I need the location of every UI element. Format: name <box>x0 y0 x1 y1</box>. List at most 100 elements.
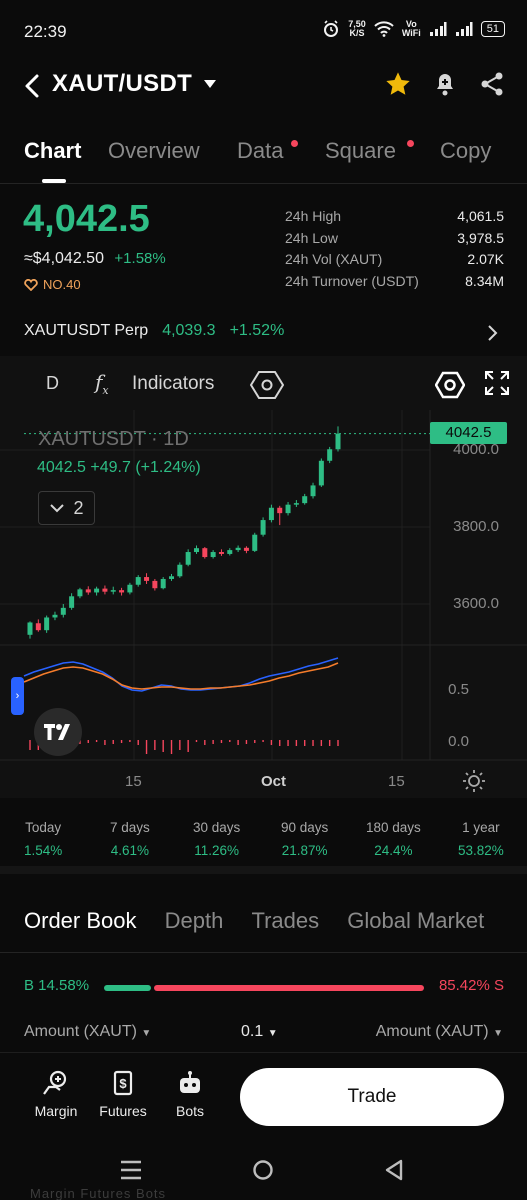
indicator-count: 2 <box>73 497 84 518</box>
stat-label-vol: 24h Vol (XAUT) <box>285 251 383 267</box>
section-divider <box>0 866 527 874</box>
tab-trades[interactable]: Trades <box>251 908 319 934</box>
tab-depth[interactable]: Depth <box>165 908 224 934</box>
histogram-bar-27 <box>254 740 256 743</box>
sell-ratio-label: 85.42% S <box>438 977 504 994</box>
candle-body-11 <box>119 590 125 593</box>
candle-body-34 <box>310 485 316 497</box>
chart-symbol: XAUTUSDT · 1D <box>38 428 189 450</box>
signal-icon <box>429 22 447 36</box>
nav-margin[interactable]: Margin <box>26 1070 86 1119</box>
tradingview-icon <box>44 724 70 740</box>
fiat-price-row: ≈$4,042.50 +1.58% <box>24 250 166 268</box>
tab-square[interactable]: Square <box>325 138 396 164</box>
candle-body-24 <box>227 550 233 554</box>
network-speed: 7,50 K/S <box>348 19 366 38</box>
candle-body-32 <box>293 503 299 505</box>
buy-ratio-bar <box>104 985 151 991</box>
candle-body-35 <box>318 460 324 486</box>
heart-rank-icon <box>24 278 38 291</box>
histogram-bar-16 <box>162 740 164 752</box>
candle-body-36 <box>327 449 333 461</box>
stat-value-high: 4,061.5 <box>457 208 504 224</box>
histogram-bar-20 <box>195 740 198 742</box>
fullscreen-icon[interactable] <box>484 370 510 396</box>
fx-indicator-icon[interactable]: fx <box>95 370 109 397</box>
histogram-bar-14 <box>145 740 148 754</box>
pair-title[interactable]: XAUT/USDT <box>52 70 192 98</box>
histogram-bar-12 <box>129 740 131 742</box>
trade-button[interactable]: Trade <box>240 1068 504 1126</box>
y-tick-3800: 3800.0 <box>453 518 499 535</box>
candle-body-30 <box>277 507 283 514</box>
candle-body-25 <box>235 547 241 551</box>
amount-left-dropdown[interactable]: Amount (XAUT) ▼ <box>24 1023 151 1041</box>
tab-chart[interactable]: Chart <box>24 138 81 164</box>
histogram-bar-8 <box>95 740 98 742</box>
candle-body-26 <box>243 547 249 551</box>
candle-body-8 <box>94 588 100 593</box>
candle-body-18 <box>177 564 183 577</box>
histogram-bar-21 <box>204 740 206 745</box>
histogram-bar-15 <box>154 740 156 750</box>
candle-body-17 <box>169 576 175 579</box>
price-alert-icon[interactable] <box>433 71 457 97</box>
stat-label-turnover: 24h Turnover (USDT) <box>285 272 419 289</box>
stat-label-low: 24h Low <box>285 229 338 246</box>
back-arrow-icon[interactable] <box>22 72 44 100</box>
vowifi-label: Vo WiFi <box>401 19 421 38</box>
precision-dropdown[interactable]: 0.1 ▼ <box>241 1023 278 1041</box>
histogram-bar-34 <box>312 740 314 746</box>
histogram-bar-25 <box>237 740 239 745</box>
chevron-right-icon[interactable] <box>486 324 498 342</box>
share-icon[interactable] <box>479 71 505 97</box>
back-nav-icon[interactable] <box>384 1159 404 1181</box>
interval-selector[interactable]: D <box>46 373 59 394</box>
indicator-collapse-button[interactable]: 2 <box>38 491 95 525</box>
rank-badge[interactable]: NO.40 <box>24 277 81 292</box>
histogram-bar-30 <box>279 740 281 746</box>
histogram-bar-11 <box>120 740 123 743</box>
indicator-tick-00: 0.0 <box>448 733 469 750</box>
battery-indicator: 51 <box>480 21 505 37</box>
sell-ratio-bar <box>154 985 424 991</box>
candle-body-27 <box>252 534 258 551</box>
star-icon[interactable] <box>384 70 412 98</box>
buy-sell-ratio: B 14.58% 85.42% S <box>24 977 504 999</box>
candle-body-6 <box>77 589 83 597</box>
nav-futures[interactable]: $ Futures <box>93 1070 153 1119</box>
orderbook-tabs: Order Book Depth Trades Global Market <box>24 908 527 934</box>
tab-order-book[interactable]: Order Book <box>24 908 137 934</box>
home-icon[interactable] <box>252 1159 274 1181</box>
recent-apps-icon[interactable] <box>120 1160 142 1180</box>
signal-icon-2 <box>455 22 473 36</box>
nav-bots[interactable]: Bots <box>160 1070 220 1119</box>
hexagon-tool-icon[interactable] <box>250 370 284 400</box>
amount-right-dropdown[interactable]: Amount (XAUT) ▼ <box>376 1023 503 1041</box>
tab-global-market[interactable]: Global Market <box>347 908 484 934</box>
histogram-bar-13 <box>137 740 139 745</box>
histogram-bar-18 <box>179 740 181 750</box>
histogram-bar-26 <box>245 740 248 744</box>
histogram-bar-23 <box>220 740 223 743</box>
bot-icon <box>180 1071 200 1093</box>
tab-data[interactable]: Data <box>237 138 283 164</box>
candle-body-22 <box>210 552 216 558</box>
tab-copy[interactable]: Copy <box>440 138 491 164</box>
side-drawer-handle[interactable]: › <box>11 677 24 715</box>
x-tick-15-oct: 15 <box>388 773 405 790</box>
chart-settings-icon[interactable] <box>435 370 465 400</box>
stat-value-vol: 2.07K <box>467 251 504 267</box>
histogram-bar-37 <box>337 740 339 746</box>
candle-body-5 <box>69 596 75 608</box>
tab-overview[interactable]: Overview <box>108 138 200 164</box>
indicators-button[interactable]: Indicators <box>132 373 214 395</box>
candle-body-3 <box>52 614 58 618</box>
perf-30d: 30 days 11.26% <box>193 820 241 858</box>
perf-today: Today 1.54% <box>24 820 63 858</box>
theme-toggle-icon[interactable] <box>462 769 486 793</box>
perp-link-row[interactable]: XAUTUSDT Perp 4,039.3 +1.52% <box>24 322 284 340</box>
caret-down-icon[interactable] <box>204 80 216 88</box>
buy-ratio-label: B 14.58% <box>24 977 90 994</box>
caret-down-icon: ▼ <box>493 1028 503 1039</box>
